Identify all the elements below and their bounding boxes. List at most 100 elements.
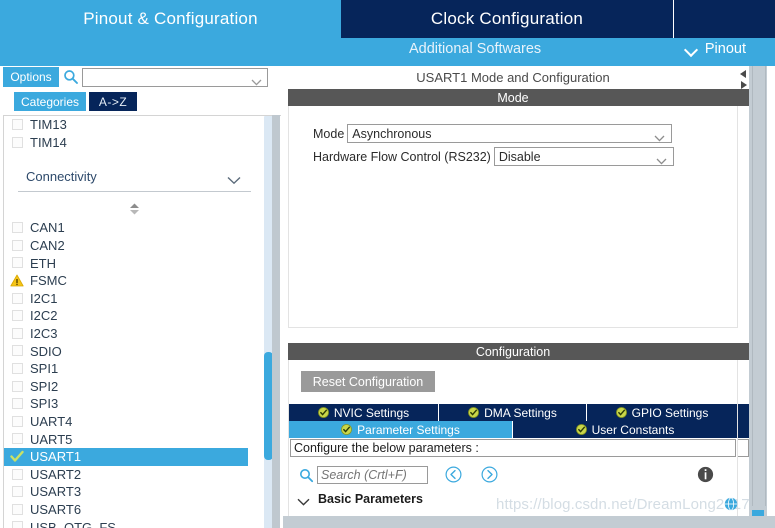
list-item-eth[interactable]: ETH bbox=[4, 254, 259, 272]
divider bbox=[18, 191, 251, 193]
tab-parameter-settings[interactable]: Parameter Settings bbox=[289, 421, 513, 438]
additional-softwares-link[interactable]: Additional Softwares bbox=[409, 41, 541, 57]
list-item-label: CAN1 bbox=[30, 220, 65, 236]
tab-gpio-settings-label: GPIO Settings bbox=[631, 405, 709, 420]
list-item-fsmc[interactable]: FSMC bbox=[4, 272, 259, 290]
categories-button[interactable]: Categories bbox=[14, 92, 86, 111]
list-item-usb-otg-fs[interactable]: USB_OTG_FS bbox=[4, 518, 259, 528]
checkbox-icon[interactable] bbox=[12, 119, 23, 130]
sidebar-group-connectivity[interactable]: Connectivity bbox=[4, 165, 259, 199]
list-item-spi2[interactable]: SPI2 bbox=[4, 378, 259, 396]
checkbox-icon[interactable] bbox=[12, 468, 23, 480]
checkbox-icon[interactable] bbox=[12, 345, 23, 357]
list-item-sdio[interactable]: SDIO bbox=[4, 342, 259, 360]
options-button[interactable]: Options bbox=[3, 67, 59, 87]
tab-gpio-settings[interactable]: GPIO Settings bbox=[587, 404, 737, 421]
tab-user-constants-label: User Constants bbox=[591, 422, 675, 437]
list-item-usart6[interactable]: USART6 bbox=[4, 501, 259, 519]
reset-configuration-button[interactable]: Reset Configuration bbox=[301, 371, 435, 392]
mode-select[interactable]: Asynchronous bbox=[347, 124, 673, 143]
mode-header-sliver bbox=[738, 89, 749, 106]
chevron-down-icon[interactable] bbox=[297, 495, 310, 506]
pinout-dropdown[interactable]: Pinout bbox=[685, 41, 746, 57]
chevron-down-icon bbox=[685, 45, 698, 53]
sidebar-search-box[interactable] bbox=[82, 68, 268, 87]
hardware-flow-control-select-value: Disable bbox=[498, 149, 541, 164]
list-item-label: SDIO bbox=[30, 343, 62, 359]
checkbox-icon[interactable] bbox=[12, 486, 23, 498]
list-item-i2c2[interactable]: I2C2 bbox=[4, 307, 259, 325]
tab-pinout-configuration[interactable]: Pinout & Configuration bbox=[0, 0, 341, 38]
window-scrollbar[interactable] bbox=[749, 66, 767, 528]
chevron-down-icon[interactable] bbox=[227, 174, 241, 185]
basic-parameters-group[interactable]: Basic Parameters bbox=[297, 492, 423, 506]
checkbox-icon[interactable] bbox=[12, 433, 23, 445]
configure-parameters-note: Configure the below parameters : bbox=[290, 439, 736, 457]
tab-user-constants[interactable]: User Constants bbox=[513, 421, 737, 438]
list-item-label: USART1 bbox=[30, 449, 82, 465]
checkbox-icon[interactable] bbox=[12, 362, 23, 374]
checkbox-icon[interactable] bbox=[12, 415, 23, 427]
categories-button-label: Categories bbox=[20, 94, 80, 109]
checkbox-icon[interactable] bbox=[12, 222, 23, 234]
configuration-header-sliver bbox=[738, 343, 749, 360]
sidebar-group-label: Connectivity bbox=[26, 169, 97, 185]
list-item-label: I2C1 bbox=[30, 290, 58, 306]
list-item-label: USART2 bbox=[30, 466, 82, 482]
sub-toolbar: Additional Softwares Pinout bbox=[0, 38, 775, 66]
status-ok-icon bbox=[317, 407, 329, 418]
list-item-uart5[interactable]: UART5 bbox=[4, 430, 259, 448]
list-item-spi1[interactable]: SPI1 bbox=[4, 360, 259, 378]
mode-section-body: Mode Asynchronous Hardware Flow Control … bbox=[288, 106, 738, 328]
tab-clock-configuration[interactable]: Clock Configuration bbox=[341, 0, 674, 38]
list-item-label: ETH bbox=[30, 255, 56, 271]
chevron-left-circle-icon[interactable] bbox=[445, 466, 462, 483]
list-item-usart3[interactable]: USART3 bbox=[4, 483, 259, 501]
checkbox-icon[interactable] bbox=[12, 239, 23, 251]
globe-icon bbox=[724, 497, 738, 511]
checkbox-icon[interactable] bbox=[12, 398, 23, 410]
config-tabs-row-1-sliver bbox=[738, 404, 749, 421]
checkbox-icon[interactable] bbox=[12, 292, 23, 304]
info-icon[interactable] bbox=[697, 466, 714, 483]
sidebar-right-edge bbox=[272, 115, 280, 528]
search-input[interactable] bbox=[317, 466, 428, 484]
window-scrollbar-track[interactable] bbox=[752, 66, 766, 506]
hardware-flow-control-select[interactable]: Disable bbox=[493, 147, 674, 166]
checkbox-icon[interactable] bbox=[12, 136, 23, 148]
list-item-spi3[interactable]: SPI3 bbox=[4, 395, 259, 413]
list-item-tim13[interactable]: TIM13 bbox=[4, 116, 259, 134]
az-sort-button[interactable]: A->Z bbox=[89, 92, 137, 111]
list-item-uart4[interactable]: UART4 bbox=[4, 413, 259, 431]
chevron-right-circle-icon[interactable] bbox=[481, 466, 498, 483]
list-item-usart2[interactable]: USART2 bbox=[4, 466, 259, 484]
list-item-i2c1[interactable]: I2C1 bbox=[4, 290, 259, 308]
list-item-can2[interactable]: CAN2 bbox=[4, 237, 259, 255]
list-item-label: I2C3 bbox=[30, 326, 58, 342]
list-item-usart1[interactable]: USART1 bbox=[4, 447, 248, 466]
chevron-down-icon bbox=[251, 75, 262, 86]
checkbox-icon[interactable] bbox=[12, 503, 23, 515]
panel-right-sliver bbox=[738, 66, 749, 528]
checkbox-icon[interactable] bbox=[12, 521, 23, 528]
status-ok-icon bbox=[468, 407, 480, 418]
chevron-down-icon bbox=[656, 154, 667, 165]
list-item-label: TIM13 bbox=[30, 117, 67, 133]
list-item-can1[interactable]: CAN1 bbox=[4, 219, 259, 237]
list-item-i2c3[interactable]: I2C3 bbox=[4, 325, 259, 343]
tab-nvic-settings[interactable]: NVIC Settings bbox=[289, 404, 439, 421]
configuration-section-header: Configuration bbox=[288, 343, 738, 360]
checkbox-icon[interactable] bbox=[12, 327, 23, 339]
list-item-tim14[interactable]: TIM14 bbox=[4, 134, 259, 152]
list-splitter-handle[interactable] bbox=[4, 199, 259, 219]
peripheral-list-inner: TIM13 TIM14 Connectivity CAN1 CAN2 ETH F… bbox=[4, 116, 259, 528]
list-item-label: CAN2 bbox=[30, 238, 65, 254]
basic-parameters-label: Basic Parameters bbox=[318, 492, 423, 506]
checkbox-icon[interactable] bbox=[12, 310, 23, 322]
checkbox-icon[interactable] bbox=[12, 380, 23, 392]
cubemx-window: Pinout & Configuration Clock Configurati… bbox=[0, 0, 775, 528]
tab-dma-settings[interactable]: DMA Settings bbox=[439, 404, 587, 421]
checkbox-icon[interactable] bbox=[12, 257, 23, 269]
peripheral-list[interactable]: TIM13 TIM14 Connectivity CAN1 CAN2 ETH F… bbox=[3, 115, 281, 528]
tab-extra[interactable] bbox=[674, 0, 775, 38]
